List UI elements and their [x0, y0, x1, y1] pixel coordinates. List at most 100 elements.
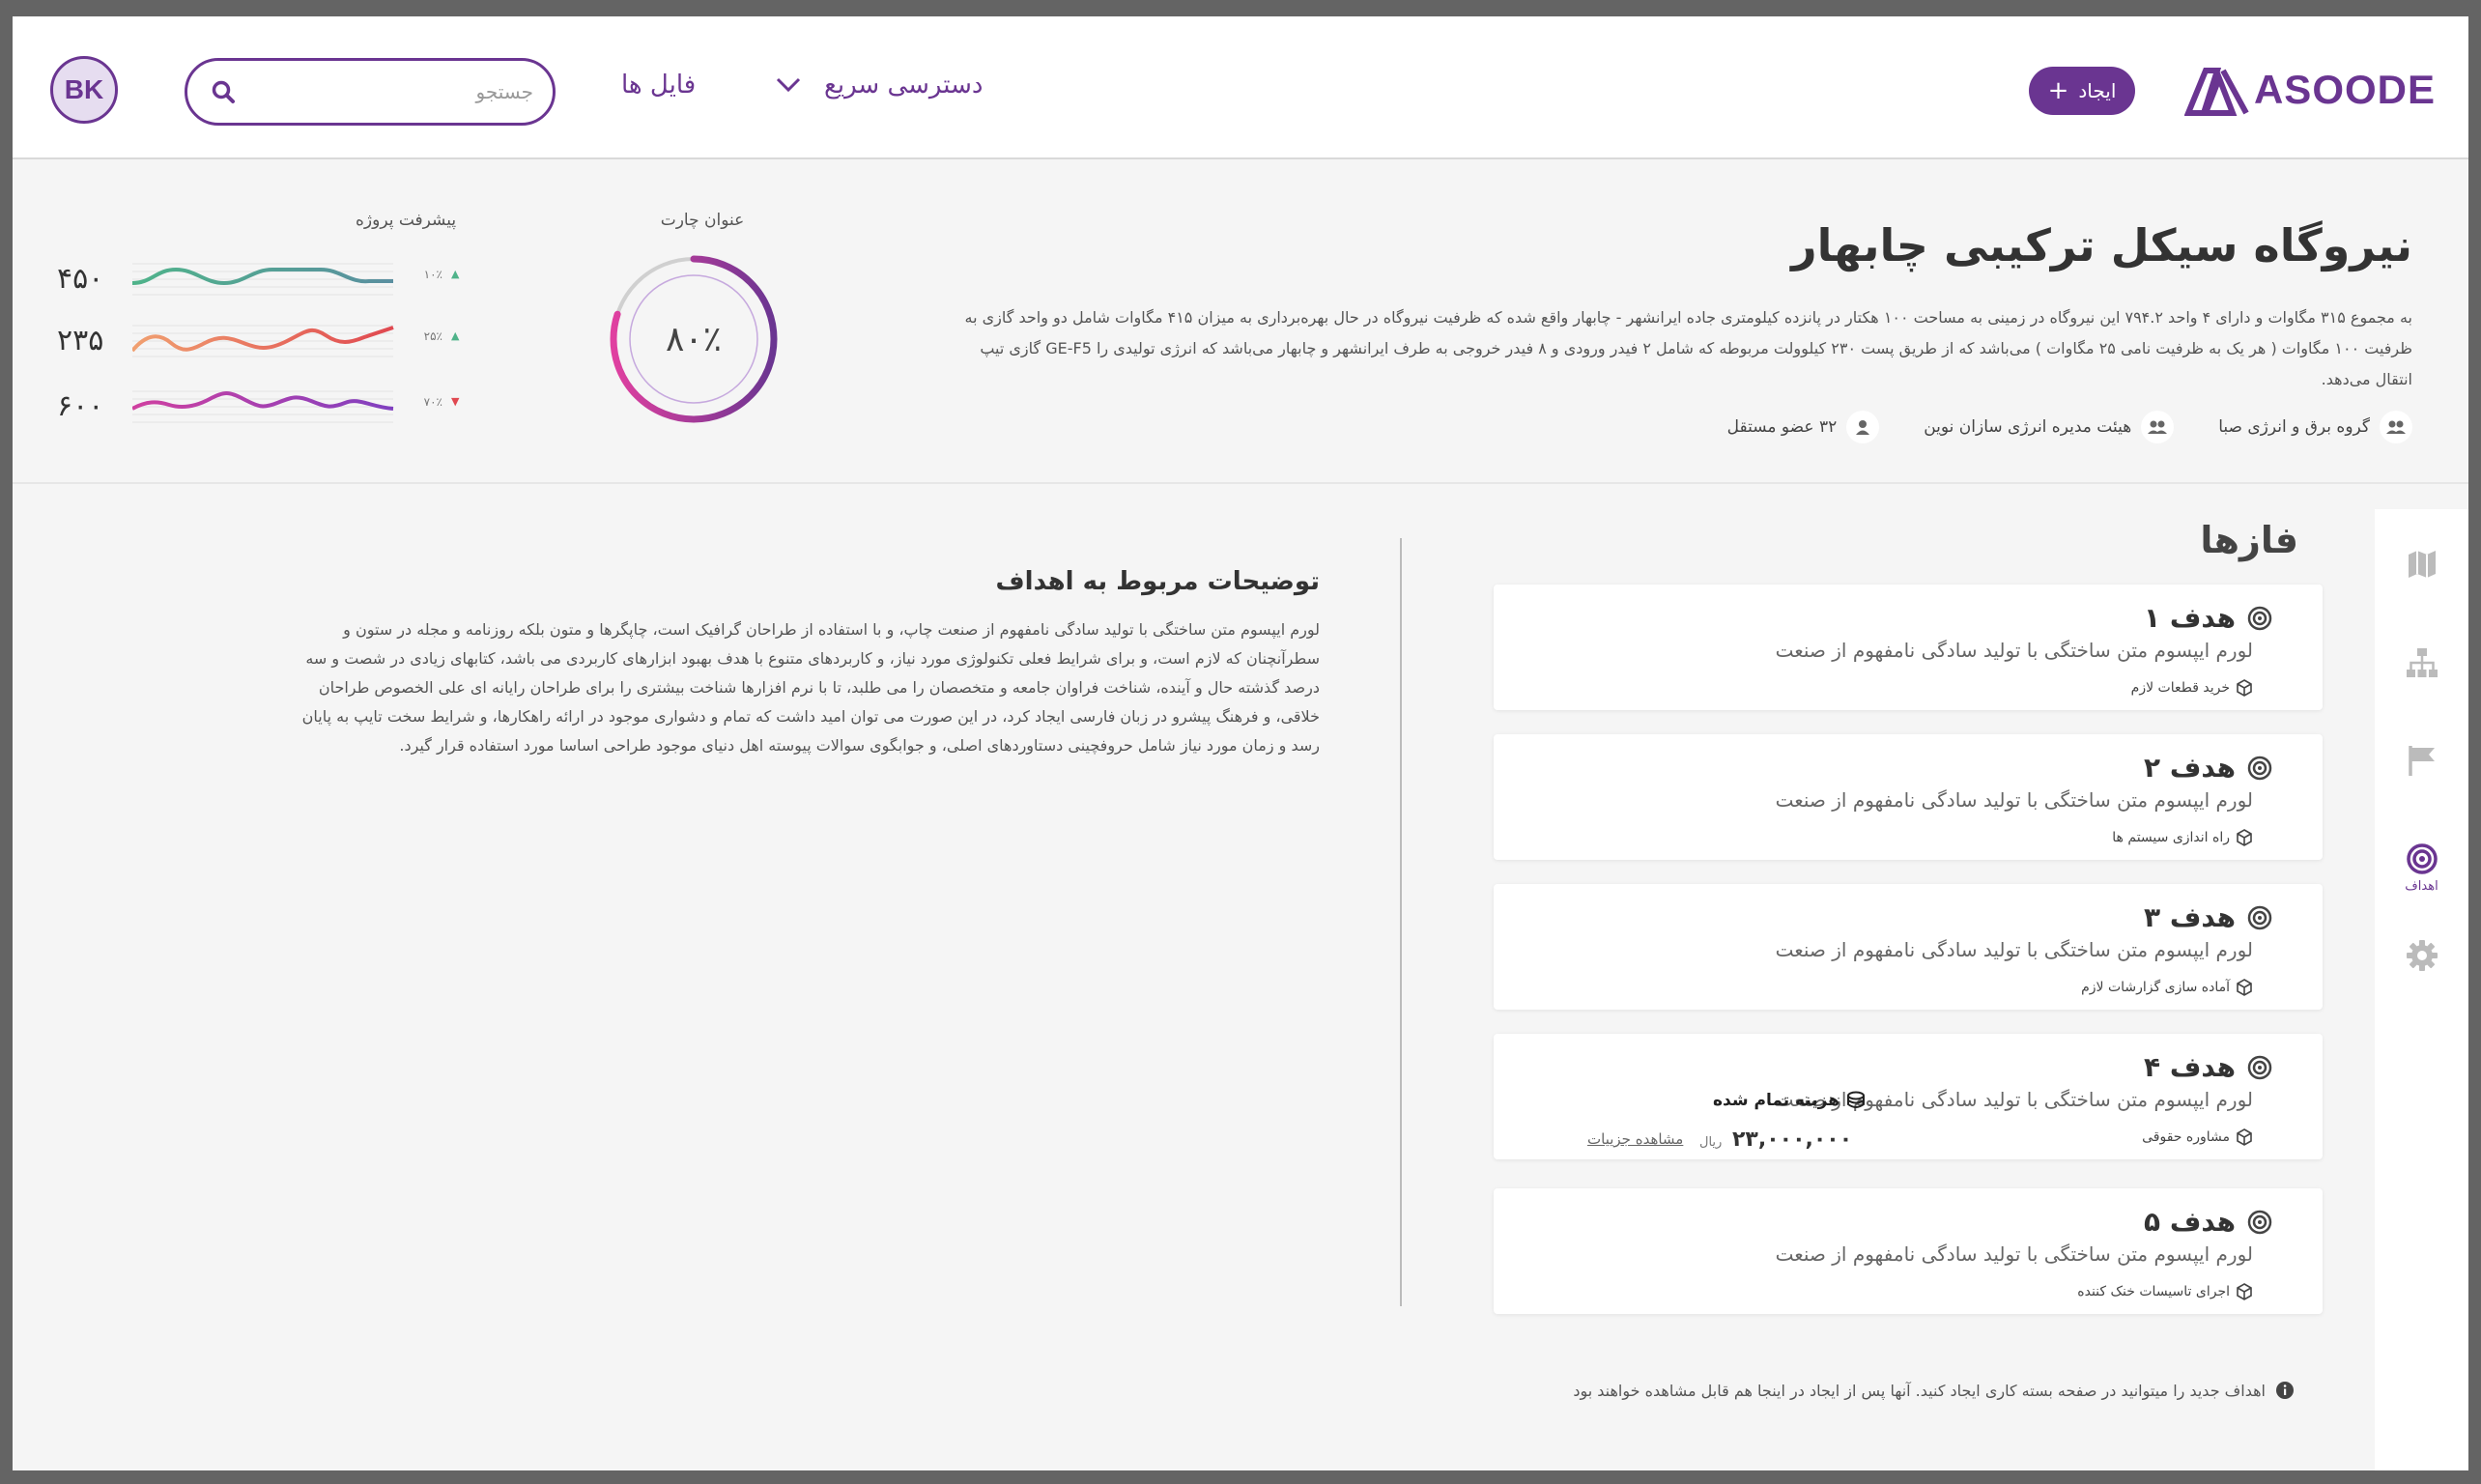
create-button[interactable]: ایجاد +	[2029, 67, 2135, 115]
map-icon	[2408, 551, 2436, 578]
search-input[interactable]	[236, 80, 533, 103]
group-icon	[2380, 411, 2412, 443]
box-icon	[2237, 979, 2252, 996]
progress-row: ۲۳۵ ۲۵٪ ▲	[57, 314, 472, 372]
rail-item-map[interactable]	[2375, 548, 2468, 581]
progress-row: ۴۵۰ ۱۰٪ ▲	[57, 252, 472, 310]
project-description: به مجموع ۳۱۵ مگاوات و دارای ۴ واحد ۷۹۴.۲…	[964, 308, 2412, 388]
goal-tag-label: آماده سازی گزارشات لازم	[2081, 980, 2230, 995]
stakeholder-label: هیئت مدیره انرژی سازان نوین	[1924, 417, 2132, 437]
rail-item-milestones[interactable]	[2375, 744, 2468, 777]
flag-icon	[2408, 746, 2435, 776]
goal-tag-label: اجرای تاسیسات خنک کننده	[2077, 1284, 2230, 1299]
goal-title: هدف ۵	[2144, 1206, 2236, 1238]
info-note: اهداف جدید را میتوانید در صفحه بسته کاری…	[1573, 1381, 2295, 1400]
goal-description: لورم ایپسوم متن ساختگی با تولید سادگی نا…	[1775, 639, 2253, 662]
goal-header: هدف ۳	[2144, 901, 2272, 933]
rail-item-structure[interactable]	[2375, 646, 2468, 679]
goal-tag-label: خرید قطعات لازم	[2130, 680, 2230, 696]
donut-value: ۸۰٪	[665, 319, 722, 359]
goal-description: لورم ایپسوم متن ساختگی با تولید سادگی نا…	[1775, 788, 2253, 812]
target-icon	[2406, 843, 2438, 874]
progress-percent: ۲۵٪	[423, 329, 442, 343]
goal-tag: مشاوره حقوقی	[2142, 1128, 2253, 1146]
goal-card[interactable]: هدف ۱ لورم ایپسوم متن ساختگی با تولید سا…	[1494, 585, 2323, 710]
stakeholder-label: گروه برق و انرژی صبا	[2218, 417, 2370, 437]
avatar[interactable]: BK	[50, 56, 118, 124]
vertical-divider	[1400, 538, 1402, 1306]
rail-item-goals[interactable]: اهداف	[2375, 842, 2468, 894]
side-rail: اهداف	[2375, 509, 2468, 1470]
goal-description: لورم ایپسوم متن ساختگی با تولید سادگی نا…	[1775, 1242, 2253, 1266]
search-icon[interactable]	[211, 79, 236, 104]
goals-description-text: لورم ایپسوم متن ساختگی با تولید سادگی نا…	[301, 620, 1320, 755]
files-link[interactable]: فایل ها	[621, 71, 696, 100]
logo-text: ASOODE	[2253, 67, 2436, 112]
goal-tag: راه اندازی سیستم ها	[2112, 829, 2253, 846]
chevron-down-icon	[776, 77, 801, 93]
progress-row: ۶۰۰ ۷۰٪ ▼	[57, 380, 472, 438]
progress-value: ۶۰۰	[57, 389, 104, 423]
target-icon	[2247, 905, 2272, 929]
goal-header: هدف ۵	[2144, 1206, 2272, 1238]
trend-up-icon: ▲	[451, 329, 460, 342]
cost-label-text: هزینه تمام شده	[1713, 1091, 1840, 1110]
view-details-link[interactable]: مشاهده جزییات	[1587, 1130, 1683, 1148]
progress-value: ۴۵۰	[57, 262, 104, 296]
top-header: ASOODE ایجاد + دسترسی سریع فایل ها BK	[13, 16, 2468, 159]
logo-icon	[2183, 68, 2249, 116]
progress-percent: ۷۰٪	[423, 395, 442, 409]
target-icon	[2247, 756, 2272, 780]
progress-percent: ۱۰٪	[423, 268, 442, 281]
goal-card[interactable]: هدف ۵ لورم ایپسوم متن ساختگی با تولید سا…	[1494, 1188, 2323, 1314]
goal-title: هدف ۲	[2144, 752, 2236, 784]
sparkline	[132, 325, 394, 357]
stakeholder-item[interactable]: ۳۲ عضو مستقل	[1727, 411, 1880, 443]
quick-access-menu[interactable]: دسترسی سریع	[776, 71, 983, 100]
trend-up-icon: ▲	[451, 268, 460, 280]
goal-tag: آماده سازی گزارشات لازم	[2081, 979, 2253, 996]
trend-down-icon: ▼	[451, 395, 460, 408]
chart-title: عنوان چارت	[660, 211, 745, 230]
stakeholder-item[interactable]: هیئت مدیره انرژی سازان نوین	[1924, 411, 2175, 443]
box-icon	[2237, 829, 2252, 846]
rail-item-settings[interactable]	[2375, 939, 2468, 972]
goal-title: هدف ۱	[2144, 602, 2236, 634]
phases-title: فازها	[2200, 519, 2298, 561]
box-icon	[2237, 1283, 2252, 1300]
goal-title: هدف ۴	[2144, 1051, 2236, 1083]
goal-header: هدف ۱	[2144, 602, 2272, 634]
stakeholder-item[interactable]: گروه برق و انرژی صبا	[2218, 411, 2412, 443]
settings-icon	[2406, 940, 2438, 971]
cost-label: هزینه تمام شده	[1713, 1091, 1867, 1110]
goals-description-title: توضیحات مربوط به اهداف	[995, 567, 1320, 596]
sparkline	[132, 263, 393, 296]
cost-unit: ریال	[1699, 1135, 1723, 1150]
goal-card[interactable]: هدف ۲ لورم ایپسوم متن ساختگی با تولید سا…	[1494, 734, 2323, 860]
project-title: نیروگاه سیکل ترکیبی چابهار	[1791, 219, 2412, 271]
org-chart-icon	[2406, 648, 2438, 677]
group-icon	[2141, 411, 2175, 443]
target-icon	[2247, 1210, 2272, 1234]
goal-card[interactable]: هدف ۳ لورم ایپسوم متن ساختگی با تولید سا…	[1494, 884, 2323, 1010]
rail-label-goals: اهداف	[2405, 879, 2438, 894]
coins-icon	[1847, 1091, 1866, 1108]
sparkline	[132, 390, 394, 423]
create-label: ایجاد	[2078, 79, 2117, 102]
stakeholder-label: ۳۲ عضو مستقل	[1726, 417, 1838, 437]
box-icon	[2237, 679, 2252, 697]
goal-tag: اجرای تاسیسات خنک کننده	[2077, 1283, 2253, 1300]
cost-value: ۲۳,۰۰۰,۰۰۰	[1732, 1127, 1853, 1152]
logo[interactable]: ASOODE	[2183, 63, 2436, 117]
target-icon	[2247, 606, 2272, 630]
search-box[interactable]	[185, 58, 556, 126]
target-icon	[2247, 1055, 2272, 1079]
progress-value: ۲۳۵	[57, 324, 104, 357]
goal-header: هدف ۴	[2144, 1051, 2272, 1083]
goal-tag: خرید قطعات لازم	[2131, 679, 2253, 697]
goal-title: هدف ۳	[2144, 901, 2236, 933]
goal-header: هدف ۲	[2144, 752, 2272, 784]
plus-icon: +	[2047, 76, 2069, 105]
app-window: ASOODE ایجاد + دسترسی سریع فایل ها BK نی…	[13, 16, 2468, 1470]
stakeholders-list: گروه برق و انرژی صبا هیئت مدیره انرژی سا…	[1727, 411, 2412, 443]
